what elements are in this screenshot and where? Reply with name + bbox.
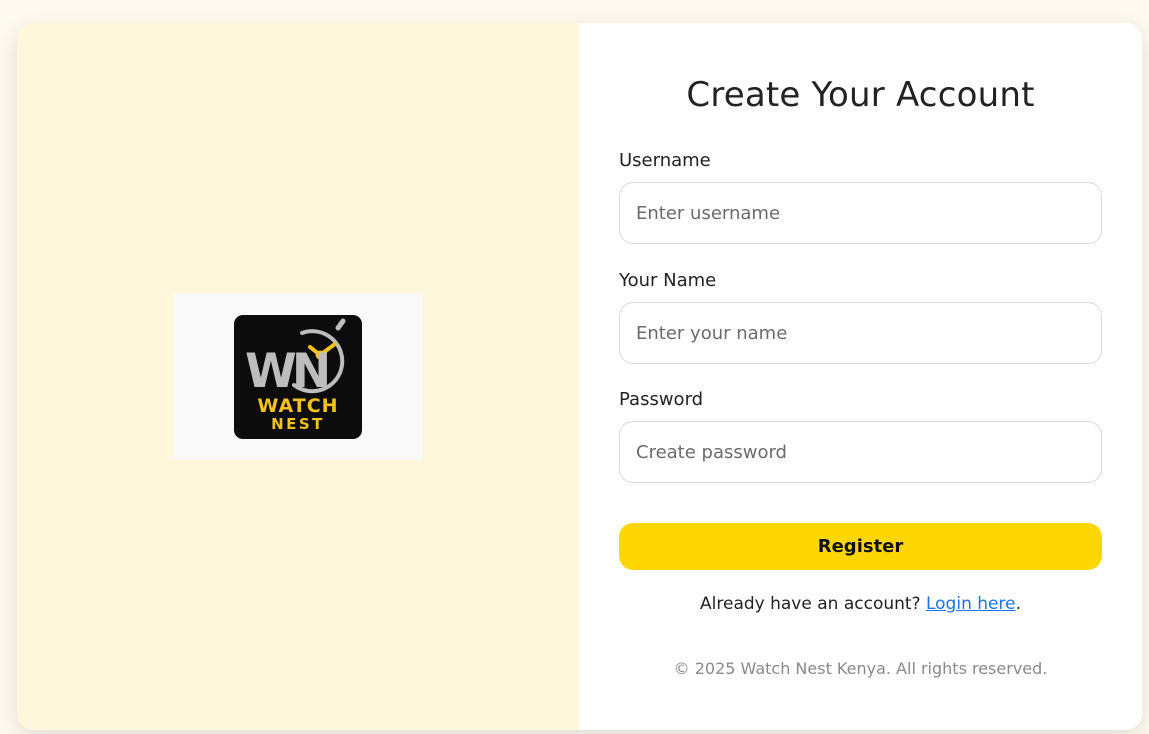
name-input[interactable] bbox=[619, 302, 1102, 364]
page-title: Create Your Account bbox=[686, 75, 1035, 115]
register-button[interactable]: Register bbox=[619, 523, 1102, 570]
login-prompt-text: Already have an account? bbox=[700, 594, 921, 614]
login-prompt-suffix: . bbox=[1015, 594, 1021, 614]
copyright-notice: © 2025 Watch Nest Kenya. All rights rese… bbox=[673, 659, 1048, 678]
login-link[interactable]: Login here bbox=[926, 594, 1016, 614]
username-input[interactable] bbox=[619, 182, 1102, 244]
login-prompt-line: Already have an account? Login here. bbox=[579, 594, 1142, 614]
logo-frame: WN WATCH NEST bbox=[173, 293, 423, 460]
signup-card: WN WATCH NEST Create Your Account Userna… bbox=[17, 23, 1142, 730]
watch-nest-logo-graphic: WN WATCH NEST bbox=[245, 318, 346, 433]
password-label: Password bbox=[619, 389, 704, 410]
password-input[interactable] bbox=[619, 421, 1102, 483]
watch-nest-logo: WN WATCH NEST bbox=[234, 315, 362, 439]
brand-panel: WN WATCH NEST bbox=[17, 23, 579, 730]
form-panel: Create Your Account Username Your Name P… bbox=[579, 23, 1142, 730]
username-label: Username bbox=[619, 150, 711, 171]
logo-wordmark-nest: NEST bbox=[271, 415, 325, 433]
logo-initials: WN bbox=[245, 344, 328, 399]
logo-wordmark-watch: WATCH bbox=[257, 395, 338, 417]
name-label: Your Name bbox=[619, 270, 717, 291]
